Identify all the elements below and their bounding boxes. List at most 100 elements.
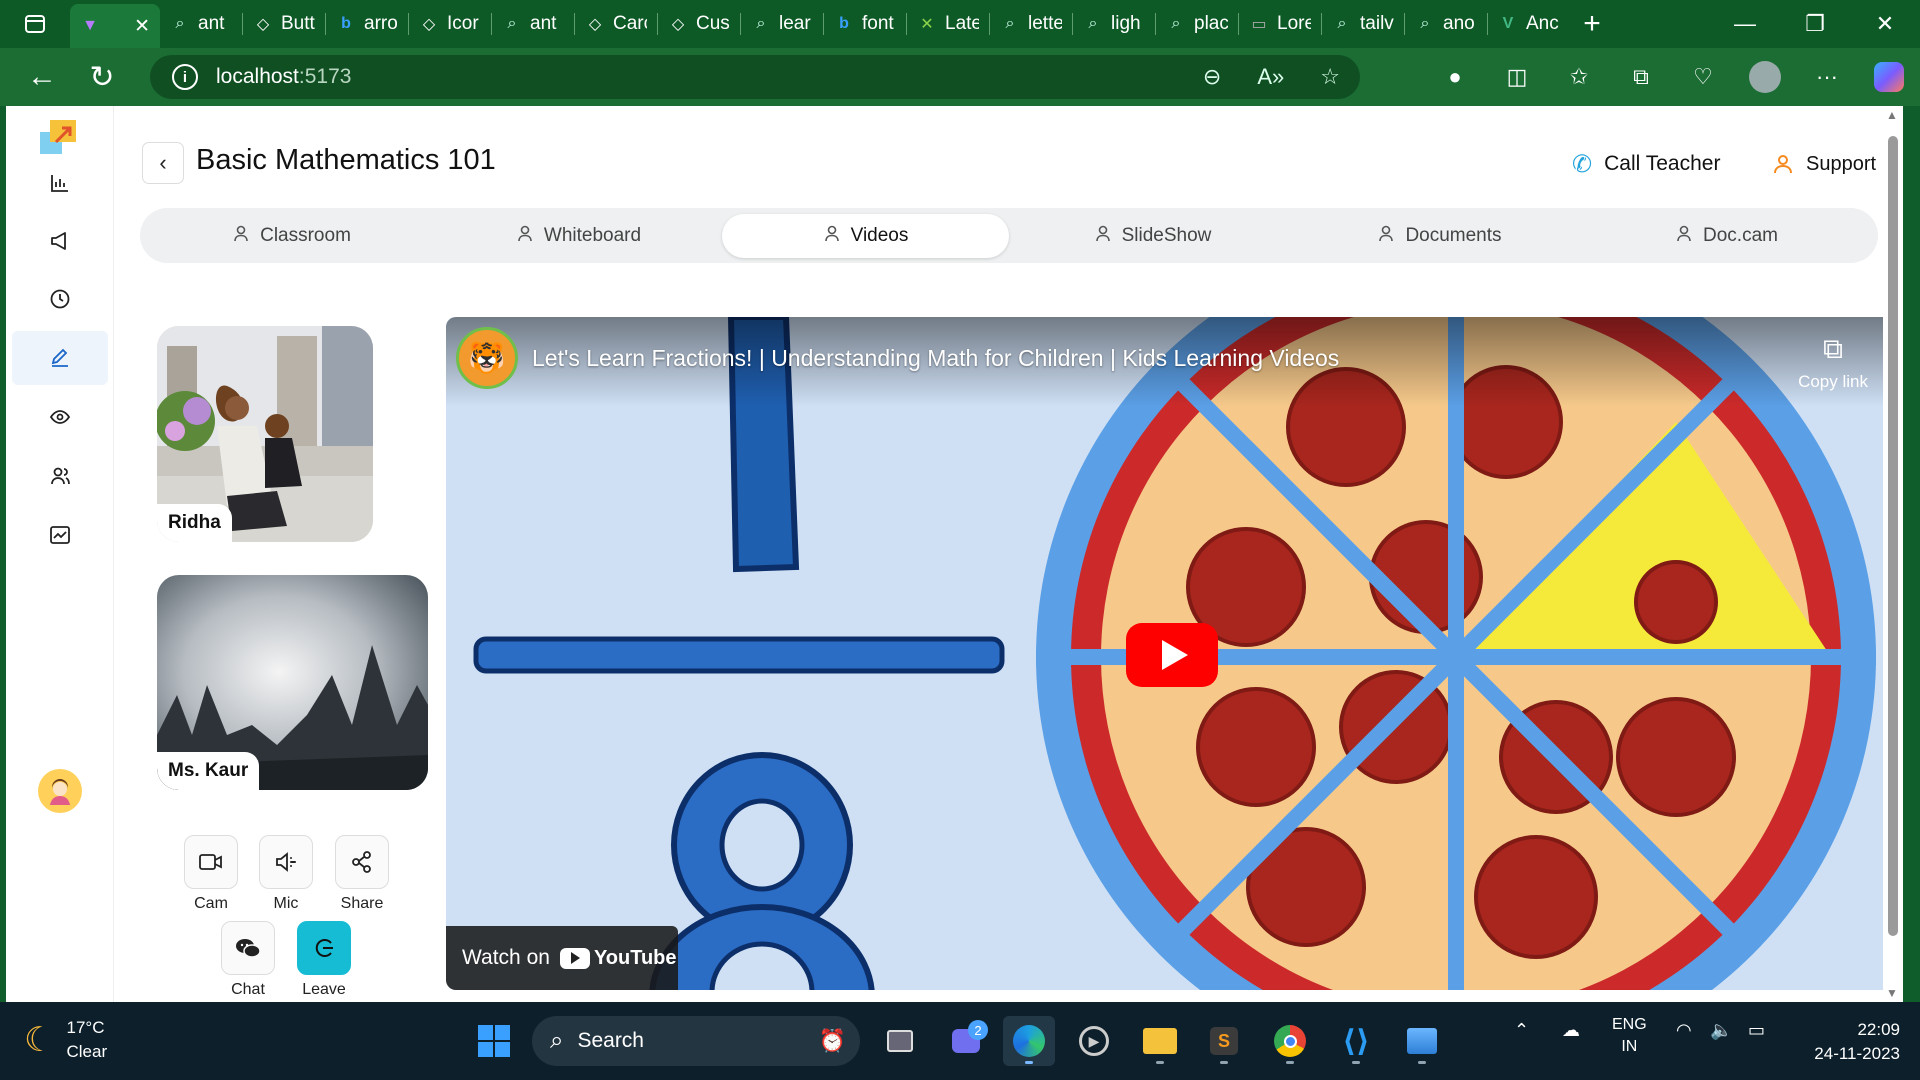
sidebar-item-classes[interactable] [12, 331, 108, 385]
address-bar[interactable]: i localhost:5173 ⊖ A» ☆ [150, 55, 1360, 99]
cam-control[interactable]: Cam [176, 835, 246, 913]
speaker-icon[interactable] [259, 835, 313, 889]
browser-tab[interactable]: ⌕ ano [1405, 5, 1487, 43]
restore-button[interactable]: ❐ [1780, 0, 1850, 48]
clock[interactable]: 22:09 24-11-2023 [1814, 1018, 1900, 1066]
language-indicator[interactable]: ENG IN [1612, 1014, 1647, 1058]
weather-widget[interactable]: ☾ 17°C Clear [24, 1016, 107, 1064]
browser-tab[interactable]: ▭ Lore [1239, 5, 1321, 43]
channel-avatar[interactable]: 🐯 [456, 327, 518, 389]
edge-icon[interactable] [1003, 1016, 1055, 1066]
browser-tab[interactable]: b arro [326, 5, 408, 43]
youtube-embed[interactable]: 🐯 Let's Learn Fractions! | Understanding… [446, 317, 1883, 990]
task-view-icon[interactable] [874, 1016, 926, 1066]
back-button[interactable]: ‹ [142, 142, 184, 184]
browser-tab[interactable]: ◇ Carc [575, 5, 657, 43]
collections-icon[interactable]: ⧉ [1610, 52, 1672, 102]
sidebar-item-students[interactable] [12, 449, 108, 503]
new-tab-button[interactable]: + [1570, 0, 1614, 48]
participant-tile-ridha[interactable]: Ridha [157, 326, 373, 542]
watch-on-youtube-button[interactable]: Watch on YouTube [446, 926, 678, 990]
extension-icon[interactable]: ● [1424, 52, 1486, 102]
browser-tab[interactable]: b font [824, 5, 906, 43]
minimize-button[interactable]: — [1710, 0, 1780, 48]
profile-avatar[interactable] [1734, 52, 1796, 102]
browser-tab[interactable]: ▼ ✕ [70, 4, 160, 48]
favorite-star-icon[interactable]: ☆ [1320, 64, 1340, 90]
copilot-icon[interactable] [1858, 52, 1920, 102]
codepen-icon: ◇ [422, 16, 436, 33]
scrollbar-thumb[interactable] [1888, 136, 1898, 936]
scroll-down-icon[interactable]: ▼ [1886, 986, 1898, 1000]
browser-tab[interactable]: ⌕ tailv [1322, 5, 1404, 43]
wifi-icon[interactable]: ◠ [1676, 1020, 1692, 1041]
sublime-text-icon[interactable]: S [1198, 1016, 1250, 1066]
sidebar-item-announcements[interactable] [12, 214, 108, 268]
vscode-icon[interactable]: ⟨⟩ [1330, 1016, 1382, 1066]
tab-slideshow[interactable]: SlideShow [1009, 214, 1296, 258]
tab-doc-cam[interactable]: Doc.cam [1583, 214, 1870, 258]
camera-icon[interactable] [184, 835, 238, 889]
video-title[interactable]: Let's Learn Fractions! | Understanding M… [532, 345, 1339, 372]
sidebar-item-reports[interactable] [12, 508, 108, 562]
photos-icon[interactable] [1396, 1016, 1448, 1066]
browser-tab[interactable]: V Anc [1488, 5, 1570, 43]
close-window-button[interactable]: ✕ [1850, 0, 1920, 48]
sidebar-item-history[interactable] [12, 272, 108, 326]
browser-tab[interactable]: ⌕ lette [990, 5, 1072, 43]
favorites-icon[interactable]: ✩ [1548, 52, 1610, 102]
tab-classroom[interactable]: Classroom [148, 214, 435, 258]
sidebar-item-analytics[interactable] [12, 156, 108, 210]
leave-icon[interactable] [297, 921, 351, 975]
browser-tab[interactable]: ⌕ ligh [1073, 5, 1155, 43]
leave-control[interactable]: Leave [289, 921, 359, 999]
tab-documents[interactable]: Documents [1296, 214, 1583, 258]
file-explorer-icon[interactable] [1134, 1016, 1186, 1066]
tab-videos[interactable]: Videos [722, 213, 1009, 258]
chat-icon[interactable] [221, 921, 275, 975]
show-hidden-icons[interactable]: ⌃ [1514, 1020, 1529, 1041]
phone-icon: ✆ [1572, 150, 1593, 178]
back-nav-icon[interactable]: ← [12, 52, 72, 102]
split-screen-icon[interactable]: ◫ [1486, 52, 1548, 102]
refresh-icon[interactable]: ↻ [72, 52, 132, 102]
page-scrollbar[interactable]: ▲ ▼ [1883, 106, 1903, 1002]
app-logo[interactable] [40, 120, 78, 156]
mic-control[interactable]: Mic [251, 835, 321, 913]
browser-tab[interactable]: ⌕ plac [1156, 5, 1238, 43]
site-info-icon[interactable]: i [172, 64, 198, 90]
tab-whiteboard[interactable]: Whiteboard [435, 214, 722, 258]
play-button[interactable] [1126, 623, 1218, 687]
browser-tab[interactable]: ◇ Cus [658, 5, 740, 43]
copy-link-button[interactable]: ⧉ Copy link [1798, 333, 1868, 392]
support-button[interactable]: Support [1762, 144, 1883, 184]
onedrive-icon[interactable]: ☁ [1562, 1020, 1580, 1041]
chrome-icon[interactable] [1264, 1016, 1316, 1066]
sidebar-item-monitor[interactable] [12, 390, 108, 444]
call-teacher-button[interactable]: ✆ Call Teacher [1562, 144, 1730, 184]
more-menu-icon[interactable]: ··· [1796, 52, 1858, 102]
tab-actions-icon[interactable] [0, 0, 70, 48]
teams-chat-icon[interactable]: 2 [940, 1016, 992, 1066]
browser-tab[interactable]: ⌕ ant [492, 5, 574, 43]
browser-tab[interactable]: ◇ Butt [243, 5, 325, 43]
scroll-up-icon[interactable]: ▲ [1886, 108, 1898, 122]
taskbar-search[interactable]: ⌕ Search ⏰ [532, 1016, 860, 1066]
browser-tab[interactable]: ◇ Icor [409, 5, 491, 43]
volume-icon[interactable]: 🔈 [1710, 1020, 1732, 1041]
zoom-icon[interactable]: ⊖ [1203, 64, 1221, 90]
browser-tab[interactable]: ✕ Late [907, 5, 989, 43]
read-aloud-icon[interactable]: A» [1257, 64, 1284, 90]
participant-tile-ms-kaur[interactable]: Ms. Kaur [157, 575, 428, 790]
chat-control[interactable]: Chat [213, 921, 283, 999]
user-avatar[interactable] [38, 769, 82, 813]
browser-tab[interactable]: ⌕ lear [741, 5, 823, 43]
browser-essentials-icon[interactable]: ♡ [1672, 52, 1734, 102]
share-control[interactable]: Share [327, 835, 397, 913]
close-tab-icon[interactable]: ✕ [134, 15, 150, 38]
battery-icon[interactable]: ▭ [1748, 1020, 1765, 1041]
share-icon[interactable] [335, 835, 389, 889]
start-icon[interactable] [468, 1016, 520, 1066]
media-player-icon[interactable]: ▶ [1068, 1016, 1120, 1066]
browser-tab[interactable]: ⌕ ant [160, 5, 242, 43]
